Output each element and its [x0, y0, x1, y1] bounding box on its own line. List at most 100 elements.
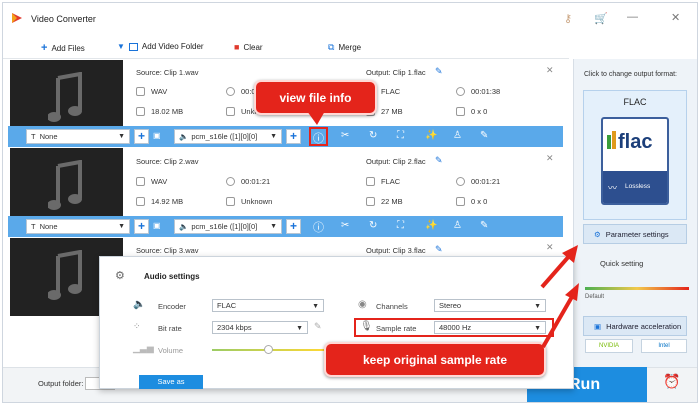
- chip-icon: ▣: [594, 321, 602, 331]
- subtitle-edit-icon[interactable]: ✎: [480, 220, 488, 231]
- remove-clip-icon[interactable]: ✕: [546, 153, 554, 164]
- subtitle-track-icon[interactable]: ▣: [153, 131, 161, 140]
- app-title: Video Converter: [31, 14, 96, 24]
- output-folder-label: Output folder:: [38, 379, 84, 388]
- minimize-icon[interactable]: —: [627, 11, 638, 23]
- format-icon: [136, 87, 145, 96]
- info-button-highlight[interactable]: ⓘ: [309, 127, 328, 146]
- remove-clip-icon[interactable]: ✕: [546, 65, 554, 76]
- source-size: 18.02 MB: [136, 107, 183, 116]
- audio-track-select[interactable]: 🔈 pcm_s16le ([1][0][0] ▼: [174, 129, 282, 144]
- chevron-down-icon: ▼: [270, 223, 277, 230]
- rotate-icon[interactable]: ↻: [369, 130, 377, 141]
- quick-setting-label: Quick setting: [600, 259, 644, 268]
- output-filename: Output: Clip 2.flac: [366, 157, 426, 166]
- cut-icon[interactable]: ✂: [341, 130, 349, 141]
- cart-icon[interactable]: 🛒: [594, 12, 608, 25]
- wave-icon: 〰: [608, 183, 618, 193]
- view-file-info-callout: view file info: [254, 80, 377, 115]
- music-note-icon: [48, 72, 82, 122]
- clear-button[interactable]: ■ Clear: [234, 42, 263, 52]
- alarm-clock-icon[interactable]: ⏰: [663, 373, 680, 390]
- subtitle-edit-icon[interactable]: ✎: [480, 130, 488, 141]
- app-window: Video Converter ⚷ 🛒 — ✕ + Add Files ▼ Ad…: [2, 2, 698, 403]
- add-subtitle-button[interactable]: +: [134, 129, 149, 144]
- sample-rate-select[interactable]: 48000 Hz ▼: [434, 321, 546, 334]
- flac-format-icon: flac 〰 Lossless: [601, 117, 669, 205]
- dropdown-arrow-icon: ▼: [117, 42, 125, 51]
- hardware-acceleration-button[interactable]: ▣ Hardware acceleration: [583, 316, 687, 336]
- bitrate-label: Bit rate: [158, 324, 182, 333]
- add-video-folder-button[interactable]: ▼ Add Video Folder: [117, 42, 204, 51]
- output-duration: 00:01:21: [456, 177, 500, 186]
- speaker-icon: 🔈: [179, 132, 189, 141]
- add-files-button[interactable]: + Add Files: [41, 42, 85, 54]
- output-duration: 00:01:38: [456, 87, 500, 96]
- channels-label: Channels: [376, 302, 408, 311]
- encoder-select[interactable]: FLAC ▼: [212, 299, 324, 312]
- crop-icon[interactable]: ⛶: [397, 130, 404, 141]
- output-format: FLAC: [366, 177, 400, 186]
- nvidia-badge[interactable]: NVIDIA: [585, 339, 633, 353]
- subtitle-select[interactable]: T None ▼: [26, 129, 130, 144]
- output-resolution: 0 x 0: [456, 197, 487, 206]
- quality-slider[interactable]: [585, 287, 689, 290]
- clock-icon: [226, 177, 235, 186]
- volume-label: Volume: [158, 346, 184, 355]
- microphone-icon: 🎙: [360, 321, 373, 332]
- audio-track-select[interactable]: 🔈 pcm_s16le ([1][0][0] ▼: [174, 219, 282, 234]
- edit-pencil-icon[interactable]: ✎: [435, 244, 443, 255]
- source-size: 14.92 MB: [136, 197, 183, 206]
- callout-pointer-icon: [307, 111, 325, 125]
- cut-icon[interactable]: ✂: [341, 220, 349, 231]
- music-note-icon: [48, 160, 82, 210]
- intel-badge[interactable]: Intel: [641, 339, 687, 353]
- clip-thumbnail[interactable]: [10, 148, 123, 226]
- save-as-button[interactable]: Save as: [139, 375, 203, 389]
- key-icon[interactable]: ⚷: [564, 12, 572, 25]
- edit-pencil-icon[interactable]: ✎: [435, 155, 443, 166]
- clip-toolbar: T None ▼ + ▣ 🔈 pcm_s16le ([1][0][0] ▼ + ⓘ ✂ …: [8, 126, 563, 147]
- bitrate-icon: ⁘: [133, 321, 141, 331]
- output-resolution: 0 x 0: [456, 107, 487, 116]
- keep-sample-rate-callout: keep original sample rate: [324, 342, 546, 377]
- edit-pencil-icon[interactable]: ✎: [435, 66, 443, 77]
- subtitle-track-icon[interactable]: ▣: [153, 221, 161, 230]
- watermark-icon[interactable]: ♙: [453, 220, 462, 231]
- clock-icon: [456, 87, 465, 96]
- dialog-title: Audio settings: [144, 272, 200, 281]
- chevron-down-icon: ▼: [296, 325, 303, 332]
- format-icon: [136, 177, 145, 186]
- add-audio-button[interactable]: +: [286, 219, 301, 234]
- parameter-settings-button[interactable]: ⚙ Parameter settings: [583, 224, 687, 244]
- bitrate-select[interactable]: 2304 kbps ▼: [212, 321, 308, 334]
- info-icon[interactable]: ⓘ: [313, 219, 324, 235]
- source-filename: Source: Clip 2.wav: [136, 157, 199, 166]
- info-icon: ⓘ: [313, 133, 324, 145]
- volume-slider-handle[interactable]: [264, 345, 273, 354]
- merge-button[interactable]: ⧉ Merge: [328, 42, 361, 53]
- effect-icon[interactable]: ✨: [425, 220, 437, 231]
- edit-bitrate-icon[interactable]: ✎: [314, 321, 322, 332]
- clock-icon: [456, 177, 465, 186]
- encoder-icon: 🔈: [133, 299, 146, 310]
- add-subtitle-button[interactable]: +: [134, 219, 149, 234]
- format-icon: [366, 177, 375, 186]
- change-format-label: Click to change output format:: [584, 71, 677, 78]
- encoder-label: Encoder: [158, 302, 186, 311]
- volume-icon: ▁▃▅: [133, 343, 154, 353]
- effect-icon[interactable]: ✨: [425, 130, 437, 141]
- close-window-icon[interactable]: ✕: [671, 11, 680, 24]
- source-format: WAV: [136, 87, 167, 96]
- watermark-icon[interactable]: ♙: [453, 130, 462, 141]
- channels-icon: ◉: [358, 299, 367, 310]
- subtitle-select[interactable]: T None ▼: [26, 219, 130, 234]
- channels-select[interactable]: Stereo ▼: [434, 299, 546, 312]
- rotate-icon[interactable]: ↻: [369, 220, 377, 231]
- resolution-icon: [456, 197, 465, 206]
- add-audio-button[interactable]: +: [286, 129, 301, 144]
- merge-icon: ⧉: [328, 42, 335, 52]
- crop-icon[interactable]: ⛶: [397, 220, 404, 231]
- flac-logo-text: flac: [618, 131, 653, 153]
- file-size-icon: [136, 107, 145, 116]
